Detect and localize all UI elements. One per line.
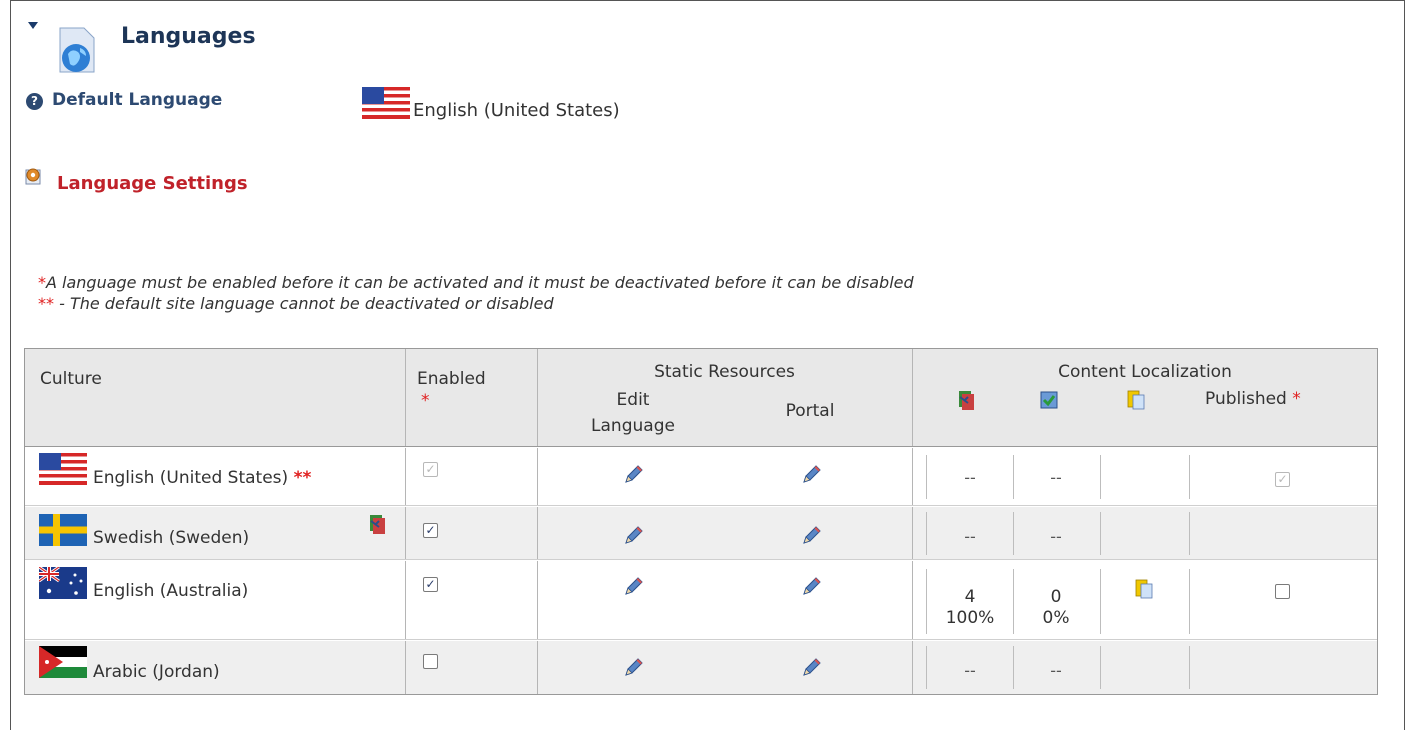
languages-grid: Culture Enabled * Static Resources Edit L… <box>24 348 1378 695</box>
header-edit-language: Edit Language <box>591 390 675 436</box>
translated-percent: 0% <box>1042 608 1070 628</box>
header-content-localization: Content Localization <box>1058 362 1232 382</box>
default-mark: ** <box>293 468 312 488</box>
culture-name-text: English (United States) <box>93 468 289 488</box>
us-flag-icon <box>362 87 410 119</box>
pages-count: 4 <box>964 587 976 607</box>
culture-name: Arabic (Jordan) <box>93 662 220 682</box>
enabled-checkbox[interactable] <box>423 654 438 669</box>
published-checkbox[interactable]: ✓ <box>1275 472 1290 487</box>
translated-count: -- <box>1050 468 1062 487</box>
edit-language-pencil-icon[interactable] <box>622 525 644 547</box>
note1-star: * <box>38 273 46 292</box>
published-checkbox[interactable] <box>1275 584 1290 599</box>
edit-portal-pencil-icon[interactable] <box>800 576 822 598</box>
clipboard-icon <box>1125 389 1147 411</box>
collapse-arrow-icon[interactable] <box>28 22 38 29</box>
edit-portal-pencil-icon[interactable] <box>800 464 822 486</box>
note-default-language: ** - The default site language cannot be… <box>38 294 554 313</box>
pages-icon[interactable] <box>367 513 389 535</box>
table-row: Arabic (Jordan) -- -- <box>25 641 1377 694</box>
section-title: Languages <box>121 24 256 49</box>
pages-percent: 100% <box>945 608 995 628</box>
culture-name: English (Australia) <box>93 581 249 601</box>
header-culture: Culture <box>40 369 102 389</box>
pages-count: -- <box>964 527 976 546</box>
help-icon[interactable]: ? <box>26 93 43 110</box>
enabled-checkbox[interactable]: ✓ <box>423 577 438 592</box>
jordan-flag-icon <box>39 646 87 678</box>
table-row: English (United States) ** ✓ -- -- ✓ <box>25 448 1377 506</box>
translated-icon <box>1038 389 1060 411</box>
header-enabled-star: * <box>421 391 430 411</box>
edit-portal-pencil-icon[interactable] <box>800 525 822 547</box>
header-enabled: Enabled <box>417 369 486 389</box>
clipboard-icon[interactable] <box>1133 578 1155 600</box>
australia-flag-icon <box>39 567 87 599</box>
note2-text: - The default site language cannot be de… <box>54 294 554 313</box>
edit-portal-pencil-icon[interactable] <box>800 657 822 679</box>
grid-header: Culture Enabled * Static Resources Edit L… <box>25 349 1377 447</box>
note-enable-activate: *A language must be enabled before it ca… <box>38 273 914 292</box>
sweden-flag-icon <box>39 514 87 546</box>
header-published-text: Published <box>1205 389 1287 409</box>
enabled-checkbox[interactable]: ✓ <box>423 523 438 538</box>
translated-count: -- <box>1050 661 1062 680</box>
settings-icon <box>25 168 41 185</box>
header-static-resources: Static Resources <box>654 362 795 382</box>
header-portal: Portal <box>785 401 835 421</box>
header-published: Published * <box>1205 389 1301 409</box>
edit-language-pencil-icon[interactable] <box>622 464 644 486</box>
pages-icon <box>956 389 978 411</box>
edit-language-pencil-icon[interactable] <box>622 657 644 679</box>
culture-name: English (United States) ** <box>93 468 311 488</box>
globe-document-icon <box>59 27 95 73</box>
edit-language-pencil-icon[interactable] <box>622 576 644 598</box>
header-published-star: * <box>1292 389 1301 409</box>
table-row: Swedish (Sweden) ✓ -- -- <box>25 507 1377 560</box>
note1-text: A language must be enabled before it can… <box>46 273 914 292</box>
note2-star: ** <box>38 294 54 313</box>
table-row: English (Australia) ✓ 4 100% 0 0% <box>25 561 1377 640</box>
culture-name: Swedish (Sweden) <box>93 528 250 548</box>
default-language-value: English (United States) <box>413 100 620 121</box>
enabled-checkbox[interactable]: ✓ <box>423 462 438 477</box>
language-settings-link[interactable]: Language Settings <box>57 173 248 194</box>
default-language-label: Default Language <box>52 90 223 110</box>
translated-count: -- <box>1050 527 1062 546</box>
translated-count: 0 <box>1050 587 1062 607</box>
pages-count: -- <box>964 468 976 487</box>
us-flag-icon <box>39 453 87 485</box>
pages-count: -- <box>964 661 976 680</box>
